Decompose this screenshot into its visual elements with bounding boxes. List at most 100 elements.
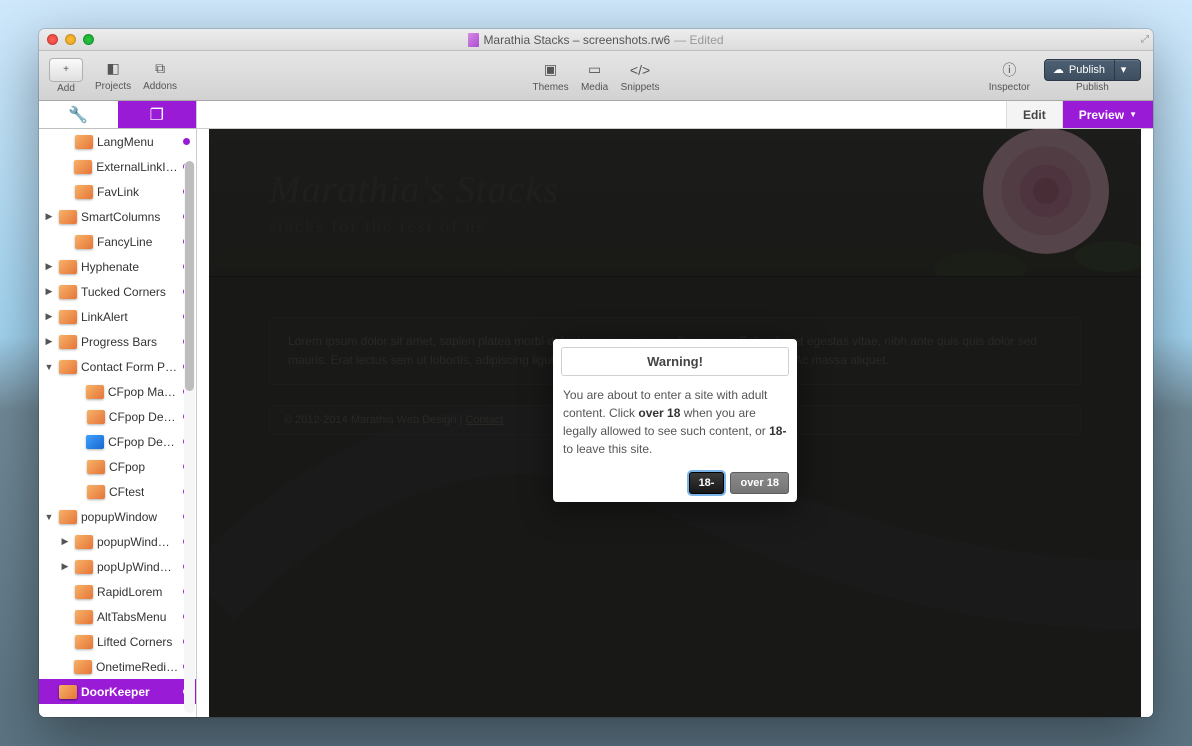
toolbar: + Add ◧ Projects ⧉ Addons ▣ Themes ▭ Med… bbox=[39, 51, 1153, 101]
sidebar-item-contact-form-p-[interactable]: Contact Form P… bbox=[39, 354, 196, 379]
tab-edit[interactable]: Edit bbox=[1006, 101, 1063, 128]
sidebar-item-label: DoorKeeper bbox=[81, 685, 150, 699]
snippets-button[interactable]: </> Snippets bbox=[621, 59, 660, 93]
sidebar-item-onetimeredirect[interactable]: OnetimeRedirect bbox=[39, 654, 196, 679]
sidebar-item-label: CFpop Demo bbox=[109, 410, 179, 424]
publish-btn-label: Publish bbox=[1069, 64, 1105, 76]
page-icon bbox=[86, 385, 104, 399]
disclosure-triangle[interactable] bbox=[43, 336, 55, 347]
addons-icon: ⧉ bbox=[146, 58, 174, 80]
warning-modal: Warning! You are about to enter a site w… bbox=[553, 339, 797, 502]
sidebar-item-fancyline[interactable]: FancyLine bbox=[39, 229, 196, 254]
fullscreen-icon[interactable]: ⤢ bbox=[1141, 34, 1149, 45]
sidebar-tab-tools[interactable]: 🔧 bbox=[39, 101, 118, 128]
scrollbar[interactable] bbox=[184, 161, 195, 713]
sidebar-item-label: LinkAlert bbox=[81, 310, 128, 324]
page-icon bbox=[59, 685, 77, 699]
wrench-icon: 🔧 bbox=[68, 105, 88, 125]
sidebar-item-cftest[interactable]: CFtest bbox=[39, 479, 196, 504]
sidebar-item-label: SmartColumns bbox=[81, 210, 160, 224]
sidebar-item-rapidlorem[interactable]: RapidLorem bbox=[39, 579, 196, 604]
sidebar-item-label: FavLink bbox=[97, 185, 139, 199]
disclosure-triangle[interactable] bbox=[43, 211, 55, 222]
sidebar: 🔧 ❐ LangMenu ExternalLinkIcon FavLink Smart… bbox=[39, 101, 197, 717]
sidebar-item-label: Progress Bars bbox=[81, 335, 157, 349]
sidebar-item-progress-bars[interactable]: Progress Bars bbox=[39, 329, 196, 354]
sidebar-item-label: Hyphenate bbox=[81, 260, 139, 274]
plus-icon: + bbox=[63, 64, 69, 75]
sidebar-item-langmenu[interactable]: LangMenu bbox=[39, 129, 196, 154]
themes-label: Themes bbox=[532, 82, 568, 93]
scrollbar-thumb[interactable] bbox=[185, 161, 194, 391]
projects-button[interactable]: ◧ Projects bbox=[95, 58, 131, 94]
sidebar-item-linkalert[interactable]: LinkAlert bbox=[39, 304, 196, 329]
disclosure-triangle[interactable] bbox=[59, 561, 71, 572]
sidebar-item-label: popupWindow bbox=[81, 510, 157, 524]
publish-button[interactable]: ☁ Publish ▾ bbox=[1044, 59, 1141, 81]
page-icon bbox=[75, 135, 93, 149]
disclosure-triangle[interactable] bbox=[43, 362, 55, 372]
sidebar-item-label: Tucked Corners bbox=[81, 285, 166, 299]
page-icon bbox=[86, 435, 104, 449]
page-icon bbox=[75, 635, 93, 649]
disclosure-triangle[interactable] bbox=[59, 536, 71, 547]
sidebar-item-tucked-corners[interactable]: Tucked Corners bbox=[39, 279, 196, 304]
page-icon bbox=[75, 560, 93, 574]
sidebar-item-lifted-corners[interactable]: Lifted Corners bbox=[39, 629, 196, 654]
sidebar-item-favlink[interactable]: FavLink bbox=[39, 179, 196, 204]
disclosure-triangle[interactable] bbox=[43, 286, 55, 297]
modal-body: You are about to enter a site with adult… bbox=[561, 384, 789, 460]
under18-button[interactable]: 18- bbox=[689, 472, 725, 494]
inspector-button[interactable]: ⓘ Inspector bbox=[989, 59, 1030, 93]
publish-group: ☁ Publish ▾ Publish bbox=[1044, 59, 1141, 93]
add-label: Add bbox=[57, 83, 75, 94]
themes-button[interactable]: ▣ Themes bbox=[532, 59, 568, 93]
disclosure-triangle[interactable] bbox=[43, 512, 55, 522]
addons-button[interactable]: ⧉ Addons bbox=[143, 58, 177, 94]
tab-preview[interactable]: Preview ▼ bbox=[1063, 101, 1153, 128]
page-icon bbox=[59, 335, 77, 349]
sidebar-item-label: OnetimeRedirect bbox=[96, 660, 179, 674]
page-icon bbox=[74, 160, 92, 174]
disclosure-triangle[interactable] bbox=[43, 311, 55, 322]
sidebar-item-label: Lifted Corners bbox=[97, 635, 172, 649]
sidebar-item-popupwindow[interactable]: popupWindow bbox=[39, 504, 196, 529]
sidebar-item-cfpop[interactable]: CFpop bbox=[39, 454, 196, 479]
page-icon bbox=[59, 285, 77, 299]
preview-pane: Marathia's Stacks stacks for the rest of… bbox=[197, 129, 1153, 717]
snippets-icon: </> bbox=[626, 59, 654, 81]
body: 🔧 ❐ LangMenu ExternalLinkIcon FavLink Smart… bbox=[39, 101, 1153, 717]
sidebar-item-externallinkicon[interactable]: ExternalLinkIcon bbox=[39, 154, 196, 179]
page-tree: LangMenu ExternalLinkIcon FavLink SmartColu… bbox=[39, 129, 196, 704]
sidebar-item-smartcolumns[interactable]: SmartColumns bbox=[39, 204, 196, 229]
add-button[interactable]: + Add bbox=[49, 58, 83, 94]
sidebar-tab-pages[interactable]: ❐ bbox=[118, 101, 197, 128]
page-icon bbox=[75, 535, 93, 549]
sidebar-item-doorkeeper[interactable]: DoorKeeper bbox=[39, 679, 196, 704]
sidebar-item-label: ExternalLinkIcon bbox=[96, 160, 179, 174]
publish-dropdown[interactable]: ▾ bbox=[1114, 59, 1132, 81]
sidebar-item-label: CFpop Dem… bbox=[108, 435, 179, 449]
sidebar-item-hyphenate[interactable]: Hyphenate bbox=[39, 254, 196, 279]
disclosure-triangle[interactable] bbox=[43, 261, 55, 272]
sidebar-item-popupwind-[interactable]: popupWind… bbox=[39, 529, 196, 554]
view-tabs: Edit Preview ▼ bbox=[197, 101, 1153, 129]
sidebar-item-cfpop-demo[interactable]: CFpop Demo bbox=[39, 404, 196, 429]
document-icon bbox=[468, 33, 479, 47]
titlebar: Marathia Stacks – screenshots.rw6 — Edit… bbox=[39, 29, 1153, 51]
sidebar-item-label: AltTabsMenu bbox=[97, 610, 166, 624]
sidebar-item-alttabsmenu[interactable]: AltTabsMenu bbox=[39, 604, 196, 629]
page-icon bbox=[87, 410, 105, 424]
sidebar-item-cfpop-dem-[interactable]: CFpop Dem… bbox=[39, 429, 196, 454]
modal-buttons: 18- over 18 bbox=[561, 472, 789, 494]
page-icon bbox=[74, 660, 92, 674]
media-button[interactable]: ▭ Media bbox=[581, 59, 609, 93]
app-window: Marathia Stacks – screenshots.rw6 — Edit… bbox=[39, 29, 1153, 717]
edited-indicator: — Edited bbox=[674, 33, 723, 47]
sidebar-item-popupwind-[interactable]: popUpWind… bbox=[39, 554, 196, 579]
page-icon bbox=[75, 585, 93, 599]
page-icon bbox=[75, 235, 93, 249]
modal-title: Warning! bbox=[561, 347, 789, 376]
over18-button[interactable]: over 18 bbox=[730, 472, 789, 494]
sidebar-item-cfpop-manual[interactable]: CFpop Manual bbox=[39, 379, 196, 404]
